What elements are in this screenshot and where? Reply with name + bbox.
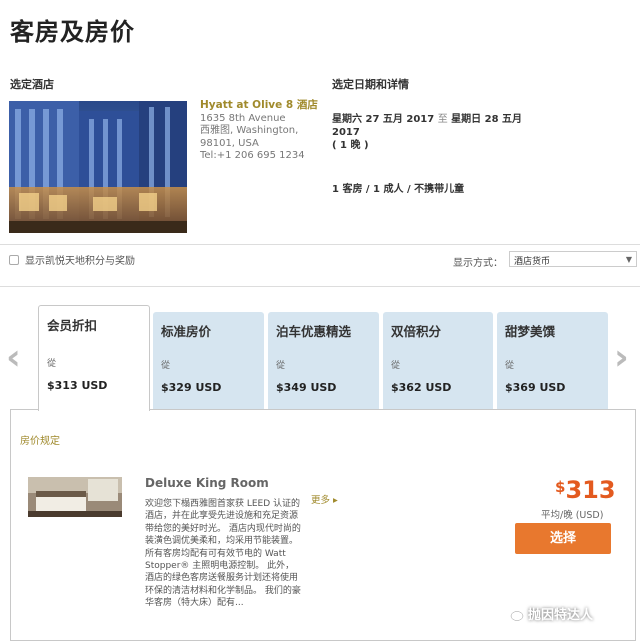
tab-from-label: 從: [276, 361, 286, 371]
nights-count: ( 1 晚 ): [332, 140, 369, 151]
per-night-label: 平均/晚 (USD): [541, 510, 604, 521]
tab-price: $329 USD: [161, 381, 222, 394]
currency-symbol: $: [555, 478, 566, 496]
tab-sweet-dreams[interactable]: 甜梦美馔 從 $369 USD: [497, 312, 608, 410]
tab-title: 标准房价: [161, 324, 212, 339]
checkout-date: 星期日 28 五月: [451, 114, 523, 125]
room-thumbnail[interactable]: [28, 477, 122, 517]
hotel-photo: [9, 101, 187, 233]
tab-title: 泊车优惠精选: [276, 324, 352, 339]
tab-member-discount[interactable]: 会员折扣 從 $313 USD: [38, 305, 150, 411]
divider: [0, 286, 640, 287]
tab-from-label: 從: [391, 361, 401, 371]
selected-dates-label: 选定日期和详情: [332, 78, 409, 91]
room-description: 欢迎您下榻西雅图首家获 LEED 认证的酒店，并在此享受先进设施和充足资源带给您…: [145, 499, 301, 609]
hotel-phone: Tel:+1 206 695 1234: [200, 150, 305, 161]
divider: [0, 244, 640, 245]
hotel-info: Hyatt at Olive 8 酒店 1635 8th Avenue 西雅图,…: [200, 99, 320, 163]
select-button[interactable]: 选择: [515, 523, 611, 554]
hotel-address-line1: 1635 8th Avenue: [200, 112, 286, 124]
tab-title: 会员折扣: [47, 318, 98, 333]
occupancy-summary: 1 客房 / 1 成人 / 不携带儿童: [332, 184, 465, 195]
tab-title: 甜梦美馔: [505, 324, 556, 339]
currency-select[interactable]: 酒店货币 ▼: [509, 251, 637, 267]
caret-right-icon: ▸: [333, 495, 338, 506]
hotel-address-line3: 98101, USA: [200, 137, 259, 149]
rate-rules-link[interactable]: 房价规定: [20, 432, 60, 447]
chevron-left-icon[interactable]: ‹: [6, 340, 21, 376]
show-points-option[interactable]: 显示凯悦天地积分与奖励: [9, 252, 135, 267]
tab-from-label: 從: [161, 361, 171, 371]
more-link[interactable]: 更多 ▸: [311, 492, 338, 506]
tab-standard-rate[interactable]: 标准房价 從 $329 USD: [153, 312, 264, 410]
room-price: $313: [555, 476, 616, 504]
tab-price: $362 USD: [391, 381, 452, 394]
price-amount: 313: [565, 476, 616, 504]
checkin-date: 星期六 27 五月 2017: [332, 114, 435, 125]
watermark-text: 抛因特达人: [528, 608, 594, 623]
chevron-down-icon: ▼: [625, 255, 632, 264]
tab-double-points[interactable]: 双倍积分 從 $362 USD: [383, 312, 493, 410]
watermark: 抛因特达人: [504, 604, 593, 623]
page-title: 客房及房价: [10, 18, 135, 46]
display-mode-label: 显示方式：: [453, 258, 503, 269]
show-points-label: 显示凯悦天地积分与奖励: [25, 256, 135, 267]
tab-from-label: 從: [47, 359, 57, 369]
show-points-checkbox[interactable]: [9, 254, 19, 265]
date-separator: 至: [437, 114, 448, 125]
tab-price: $313 USD: [47, 379, 108, 392]
currency-selected-value: 酒店货币: [514, 257, 551, 267]
wechat-icon: [505, 607, 524, 621]
checkout-year: 2017: [332, 127, 360, 138]
tab-parking-offer[interactable]: 泊车优惠精选 從 $349 USD: [268, 312, 379, 410]
hotel-address-line2: 西雅图, Washington,: [200, 125, 299, 136]
tab-title: 双倍积分: [391, 324, 442, 339]
tab-price: $349 USD: [276, 381, 337, 394]
chevron-right-icon[interactable]: ›: [614, 340, 629, 376]
hotel-name-link[interactable]: Hyatt at Olive 8 酒店: [200, 99, 320, 112]
tab-price: $369 USD: [505, 381, 566, 394]
room-name[interactable]: Deluxe King Room: [145, 476, 269, 490]
selected-hotel-label: 选定酒店: [10, 78, 54, 91]
tab-from-label: 從: [505, 361, 515, 371]
more-label: 更多: [311, 495, 331, 506]
stay-dates: 星期六 27 五月 2017 至 星期日 28 五月 2017 ( 1 晚 ): [332, 113, 542, 152]
